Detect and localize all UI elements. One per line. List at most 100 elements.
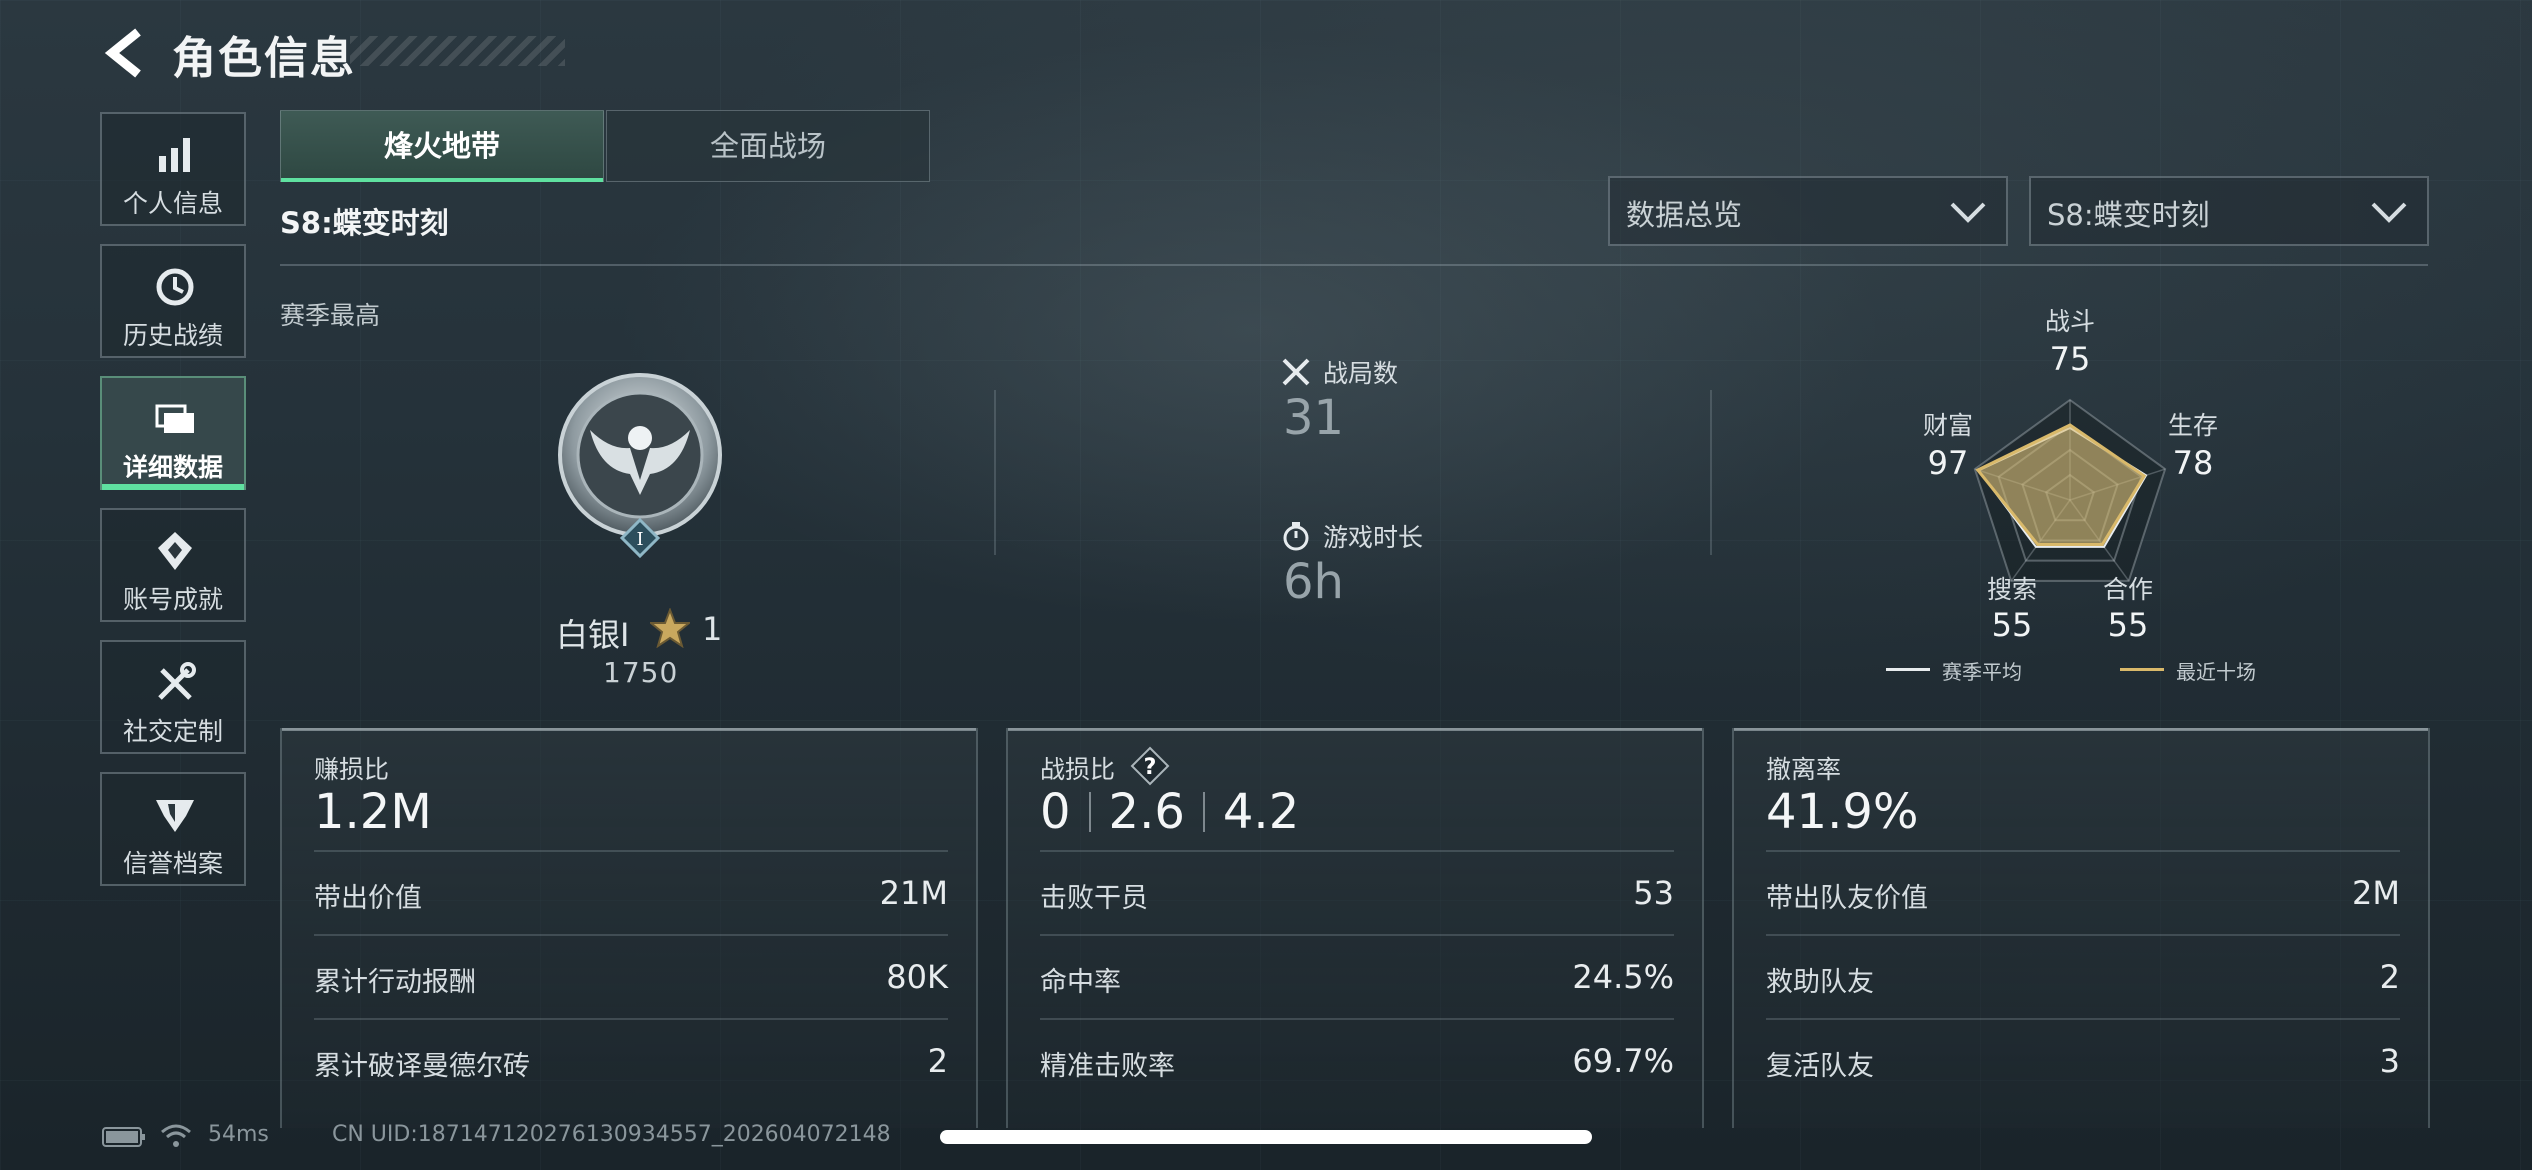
- rank-stars-count: 1: [702, 610, 723, 648]
- vertical-divider: [1710, 390, 1712, 555]
- radar-label-survival: 生存: [2167, 411, 2218, 440]
- row-label: 击败干员: [1040, 883, 1148, 914]
- sidebar-item-personal-info[interactable]: 个人信息: [100, 112, 246, 226]
- sidebar-item-achievements[interactable]: 账号成就: [100, 508, 246, 622]
- row-label: 复活队友: [1766, 1051, 1874, 1082]
- crossed-swords-icon: [1282, 358, 1310, 386]
- chevron-left-icon: [104, 28, 141, 78]
- legend-season-avg: 赛季平均: [1942, 660, 2022, 684]
- row-value: 69.7%: [1572, 1042, 1674, 1080]
- radar-label-wealth: 财富: [1922, 411, 1973, 440]
- radar-label-search: 搜索: [1986, 575, 2037, 604]
- radar-value-search: 55: [1991, 606, 2033, 644]
- row-value: 2M: [2352, 874, 2400, 912]
- row-label: 带出队友价值: [1766, 883, 1928, 914]
- radar-value-combat: 75: [2049, 340, 2091, 378]
- row-value: 2: [2379, 958, 2400, 996]
- title-decoration: [350, 36, 565, 66]
- row-label: 命中率: [1040, 967, 1121, 998]
- section-label: 赛季最高: [280, 301, 381, 330]
- card-extract: 撤离率 41.9% 带出队友价值 2M 救助队友 2 复活队友 3: [1732, 728, 2430, 1128]
- history-clock-icon: [156, 268, 194, 306]
- card-big-value: 1.2M: [314, 784, 432, 840]
- card-profit: 赚损比 1.2M 带出价值 21M 累计行动报酬 80K 累计破译曼德尔砖 2: [280, 728, 978, 1128]
- uid-text: CN UID:18714712027613093​4557_2026040721…: [332, 1122, 891, 1147]
- card-big-value: 41.9%: [1766, 784, 1919, 840]
- table-row: 击败干员 53: [1040, 850, 1674, 934]
- back-button[interactable]: [100, 26, 150, 80]
- table-row: 复活队友 3: [1766, 1018, 2400, 1102]
- table-row: 带出价值 21M: [314, 850, 948, 934]
- card-kd: 战损比 ? 0 2.6 4.2 击败干员 53 命中率 24.5% 精准击败率 69…: [1006, 728, 1704, 1128]
- sidebar-item-reputation[interactable]: 信誉档案: [100, 772, 246, 886]
- playtime-value: 6h: [1283, 554, 1344, 610]
- table-row: 命中率 24.5%: [1040, 934, 1674, 1018]
- row-value: 3: [2379, 1042, 2400, 1080]
- sidebar-item-social[interactable]: 社交定制: [100, 640, 246, 754]
- row-value: 80K: [886, 958, 948, 996]
- view-dropdown-value: 数据总览: [1626, 198, 1743, 232]
- kd-value: 2.6: [1108, 784, 1185, 840]
- season-dropdown[interactable]: S8:蝶变时刻: [2029, 176, 2429, 246]
- table-row: 累计破译曼德尔砖 2: [314, 1018, 948, 1102]
- mode-tabs: 烽火地带 全面战场: [280, 110, 932, 182]
- folder-stack-icon: [155, 404, 194, 433]
- home-indicator[interactable]: [940, 1130, 1592, 1144]
- card-title: 赚损比: [314, 755, 390, 784]
- matches-label: 战局数: [1323, 359, 1399, 388]
- star-icon: [650, 608, 690, 648]
- row-label: 精准击败率: [1040, 1051, 1175, 1082]
- svg-text:I: I: [636, 529, 643, 550]
- legend-last-ten: 最近十场: [2176, 660, 2256, 684]
- kd-separator: [1202, 792, 1205, 832]
- sidebar-item-label: 历史战绩: [122, 321, 223, 350]
- bar-chart-icon: [159, 138, 190, 172]
- rank-emblem-icon: I: [558, 373, 722, 559]
- legend-season-avg-swatch: [1886, 668, 1930, 671]
- radar-value-survival: 78: [2172, 444, 2214, 482]
- sidebar-item-label: 账号成就: [122, 585, 223, 614]
- row-value: 2: [927, 1042, 948, 1080]
- wifi-icon: [161, 1124, 191, 1147]
- rank-score: 1750: [603, 656, 679, 689]
- table-row: 救助队友 2: [1766, 934, 2400, 1018]
- divider: [280, 264, 2428, 266]
- question-icon[interactable]: ?: [1130, 746, 1170, 786]
- row-label: 带出价值: [314, 883, 422, 914]
- row-label: 累计破译曼德尔砖: [314, 1051, 530, 1082]
- kd-separator: [1088, 792, 1091, 832]
- sidebar-item-label: 个人信息: [122, 189, 223, 218]
- battery-icon: [102, 1127, 145, 1147]
- tab-warzone[interactable]: 烽火地带: [280, 110, 604, 182]
- view-dropdown[interactable]: 数据总览: [1608, 176, 2008, 246]
- sidebar-item-detailed-data[interactable]: 详细数据: [100, 376, 246, 490]
- kd-value: 4.2: [1222, 784, 1300, 840]
- card-title: 撤离率: [1766, 755, 1842, 784]
- legend-last-ten-swatch: [2120, 668, 2164, 671]
- shield-wing-icon: [156, 800, 194, 832]
- svg-text:?: ?: [1144, 755, 1157, 780]
- vertical-divider: [994, 390, 996, 555]
- sidebar-item-label: 详细数据: [122, 453, 223, 482]
- radar-label-teamwork: 合作: [2102, 575, 2153, 604]
- chevron-down-icon: [2371, 202, 2407, 223]
- playtime-label: 游戏时长: [1323, 523, 1424, 552]
- season-title: S8:蝶变时刻: [280, 206, 449, 240]
- rank-name: 白银I: [556, 616, 630, 654]
- matches-value: 31: [1283, 390, 1345, 446]
- sidebar-item-label: 社交定制: [122, 717, 223, 746]
- chevron-down-icon: [1950, 202, 1986, 223]
- sidebar-item-label: 信誉档案: [122, 849, 223, 878]
- ping-text: 54ms: [208, 1122, 269, 1147]
- page-title: 角色信息: [172, 33, 356, 84]
- row-value: 53: [1633, 874, 1674, 912]
- row-value: 21M: [879, 874, 948, 912]
- tab-full-battlefield[interactable]: 全面战场: [606, 110, 930, 182]
- row-value: 24.5%: [1572, 958, 1674, 996]
- kd-value: 0: [1040, 784, 1071, 840]
- card-title: 战损比: [1040, 755, 1116, 784]
- radar-label-combat: 战斗: [2044, 307, 2095, 336]
- season-dropdown-value: S8:蝶变时刻: [2047, 198, 2210, 232]
- radar-value-teamwork: 55: [2107, 606, 2149, 644]
- sidebar-item-history[interactable]: 历史战绩: [100, 244, 246, 358]
